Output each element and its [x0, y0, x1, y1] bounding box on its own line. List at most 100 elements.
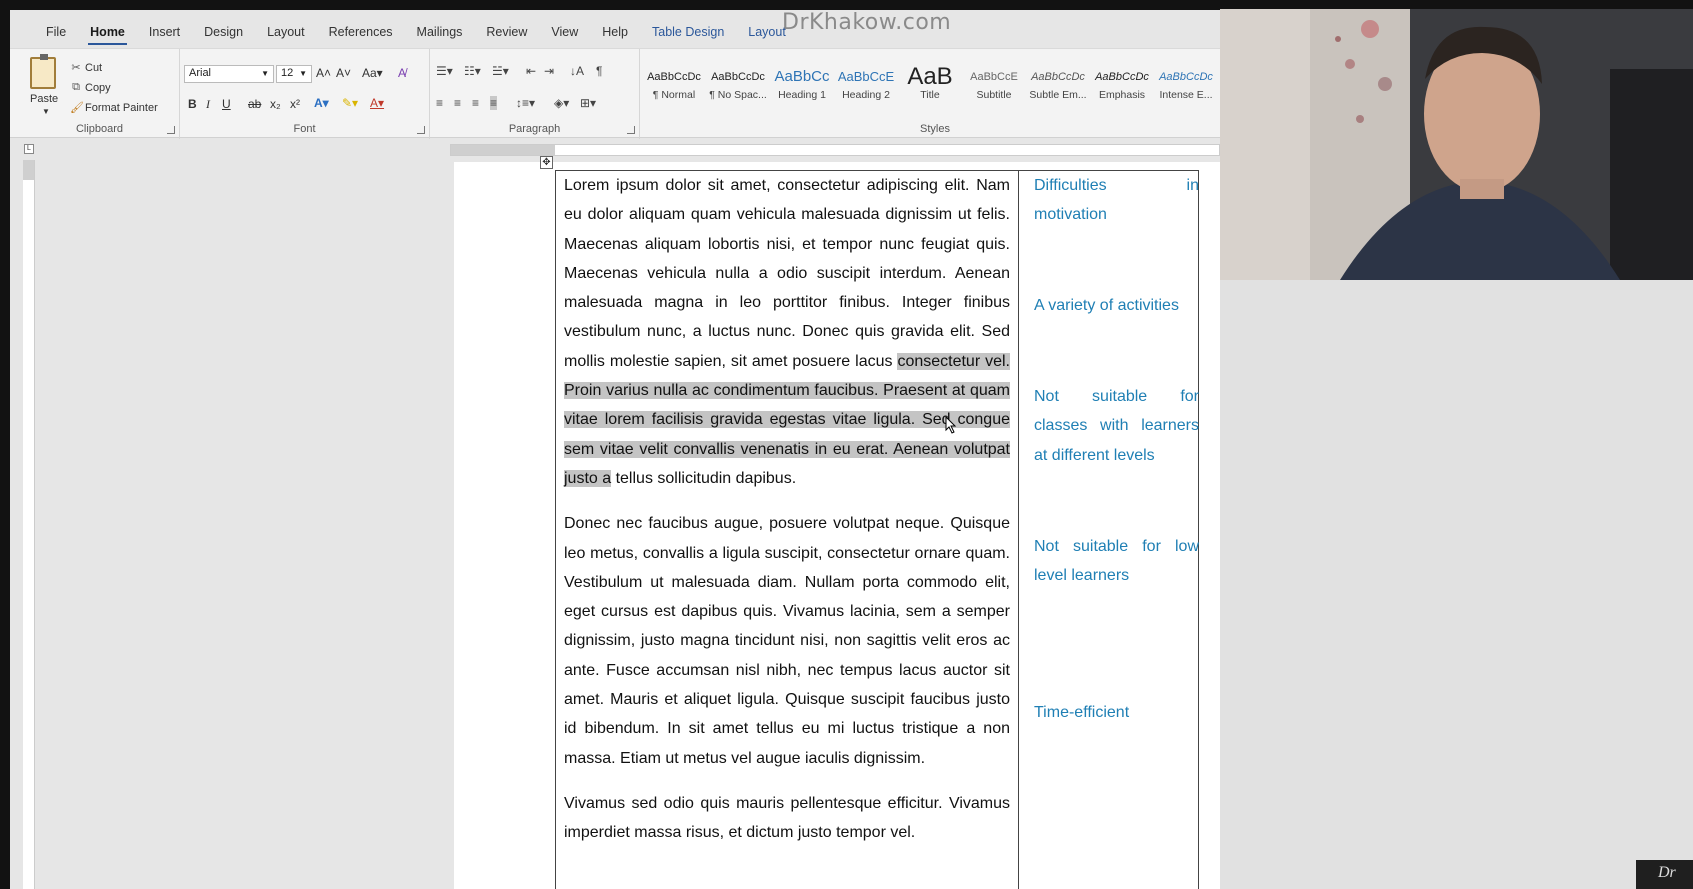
multilevel-list-icon[interactable]: ☱▾ — [492, 64, 509, 78]
show-formatting-icon[interactable]: ¶ — [596, 64, 602, 78]
strikethrough-icon[interactable]: ab — [248, 97, 261, 111]
style-heading-2[interactable]: AaBbCcE Heading 2 — [834, 65, 898, 119]
font-name-value: Arial — [189, 67, 212, 79]
document-table[interactable]: Lorem ipsum dolor sit amet, consectetur … — [555, 170, 1199, 889]
tab-help[interactable]: Help — [590, 25, 640, 39]
ruler-margin — [23, 160, 34, 180]
style-subtitle[interactable]: AaBbCcE Subtitle — [962, 65, 1026, 119]
style-no-spacing[interactable]: AaBbCcDc ¶ No Spac... — [706, 65, 770, 119]
side-note: A variety of activities — [1034, 297, 1179, 314]
tab-selector[interactable]: L — [24, 144, 34, 154]
ruler-margin — [451, 145, 555, 155]
text-effects-icon[interactable]: A▾ — [314, 96, 329, 110]
chevron-down-icon[interactable]: ▼ — [42, 107, 50, 116]
background-panel — [1220, 280, 1693, 889]
style-name: ¶ Normal — [652, 89, 696, 101]
table-move-handle-icon[interactable]: ✥ — [540, 156, 553, 169]
dialog-launcher-icon[interactable] — [417, 126, 425, 134]
style-intense-emphasis[interactable]: AaBbCcDc Intense E... — [1154, 65, 1218, 119]
font-color-icon[interactable]: A▾ — [370, 96, 384, 110]
sort-icon[interactable]: ↓A — [570, 64, 584, 78]
numbering-icon[interactable]: ☷▾ — [464, 64, 481, 78]
change-case-icon[interactable]: Aa▾ — [362, 66, 383, 80]
font-size-select[interactable]: 12 ▼ — [276, 65, 312, 83]
paste-button[interactable]: Paste — [30, 93, 58, 105]
style-name: ¶ No Spac... — [709, 89, 767, 101]
style-sample: AaBbCcDc — [1095, 71, 1149, 83]
style-heading-1[interactable]: AaBbCc Heading 1 — [770, 65, 834, 119]
horizontal-ruler[interactable] — [450, 144, 1220, 156]
underline-icon[interactable]: U — [222, 97, 231, 111]
table-cell-body[interactable]: Lorem ipsum dolor sit amet, consectetur … — [555, 170, 1019, 889]
paragraph-1[interactable]: Lorem ipsum dolor sit amet, consectetur … — [564, 171, 1010, 493]
format-painter-button[interactable]: 🖌 Format Painter — [70, 101, 158, 115]
tab-insert[interactable]: Insert — [137, 25, 192, 39]
tab-layout[interactable]: Layout — [255, 25, 317, 39]
format-painter-label: Format Painter — [85, 101, 158, 114]
bullets-icon[interactable]: ☰▾ — [436, 64, 453, 78]
style-name: Emphasis — [1098, 89, 1146, 101]
style-name: Intense E... — [1159, 89, 1213, 101]
shading-icon[interactable]: ◈▾ — [554, 96, 569, 110]
style-sample: AaBbCcDc — [1159, 71, 1213, 83]
subscript-icon[interactable]: x₂ — [270, 97, 281, 111]
channel-badge: Dr — [1636, 860, 1693, 889]
italic-icon[interactable]: I — [206, 97, 210, 112]
cut-label: Cut — [85, 61, 103, 74]
justify-icon[interactable]: ≡ — [490, 96, 498, 110]
superscript-icon[interactable]: x² — [290, 97, 300, 111]
paragraph-text: tellus sollicitudin dapibus. — [611, 469, 797, 487]
paste-icon[interactable] — [30, 54, 56, 89]
paragraph-3[interactable]: Vivamus sed odio quis mauris pellentesqu… — [564, 789, 1010, 848]
style-sample: AaB — [907, 65, 953, 89]
selected-text[interactable]: consectetur vel. Proin varius nulla ac c… — [564, 352, 1010, 487]
table-cell-notes[interactable]: Difficulties in motivation A variety of … — [1018, 170, 1199, 889]
tab-home[interactable]: Home — [78, 25, 137, 45]
tab-mailings[interactable]: Mailings — [405, 25, 475, 39]
style-name: Heading 1 — [778, 89, 826, 101]
tab-table-design[interactable]: Table Design — [640, 25, 736, 39]
tab-file[interactable]: File — [34, 25, 78, 39]
bold-icon[interactable]: B — [188, 97, 197, 111]
decrease-indent-icon[interactable]: ⇤ — [526, 64, 536, 78]
align-center-icon[interactable]: ≡ — [454, 96, 461, 110]
vertical-ruler[interactable] — [23, 160, 35, 889]
font-name-select[interactable]: Arial ▼ — [184, 65, 274, 83]
tab-view[interactable]: View — [539, 25, 590, 39]
align-right-icon[interactable]: ≡ — [472, 96, 479, 110]
chevron-down-icon: ▼ — [299, 69, 307, 78]
copy-button[interactable]: ⧉ Copy — [70, 81, 111, 94]
style-name: Subtle Em... — [1029, 89, 1087, 101]
style-sample: AaBbCc — [774, 68, 830, 85]
highlight-icon[interactable]: ✎▾ — [342, 96, 358, 110]
styles-group-label: Styles — [920, 123, 950, 135]
paragraph-2[interactable]: Donec nec faucibus augue, posuere volutp… — [564, 509, 1010, 773]
side-note: Time-efficient — [1034, 704, 1130, 721]
style-sample: AaBbCcDc — [711, 71, 765, 83]
dialog-launcher-icon[interactable] — [167, 126, 175, 134]
styles-group: AaBbCcDc ¶ Normal AaBbCcDc ¶ No Spac... … — [640, 49, 1220, 139]
shrink-font-icon[interactable]: A˅ — [336, 66, 351, 80]
style-title[interactable]: AaB Title — [898, 65, 962, 119]
style-sample: AaBbCcDc — [1031, 71, 1085, 83]
style-sample: AaBbCcDc — [647, 71, 701, 83]
style-sample: AaBbCcE — [837, 69, 895, 84]
dialog-launcher-icon[interactable] — [627, 126, 635, 134]
style-emphasis[interactable]: AaBbCcDc Emphasis — [1090, 65, 1154, 119]
clear-formatting-icon[interactable]: A̸ — [398, 66, 406, 80]
ribbon: Paste ▼ ✂ Cut ⧉ Copy 🖌 Format Painter Cl… — [10, 48, 1220, 139]
cut-button[interactable]: ✂ Cut — [70, 61, 103, 75]
style-sample: AaBbCcE — [970, 71, 1018, 83]
tab-design[interactable]: Design — [192, 25, 255, 39]
line-spacing-icon[interactable]: ↕≡▾ — [516, 96, 535, 110]
grow-font-icon[interactable]: A˄ — [316, 66, 331, 80]
style-subtle-emphasis[interactable]: AaBbCcDc Subtle Em... — [1026, 65, 1090, 119]
align-left-icon[interactable]: ≡ — [436, 96, 443, 110]
tab-review[interactable]: Review — [474, 25, 539, 39]
increase-indent-icon[interactable]: ⇥ — [544, 64, 554, 78]
style-normal[interactable]: AaBbCcDc ¶ Normal — [642, 65, 706, 119]
tab-table-layout[interactable]: Layout — [736, 25, 798, 39]
webcam-overlay — [1220, 9, 1693, 280]
tab-references[interactable]: References — [317, 25, 405, 39]
borders-icon[interactable]: ⊞▾ — [580, 96, 596, 110]
